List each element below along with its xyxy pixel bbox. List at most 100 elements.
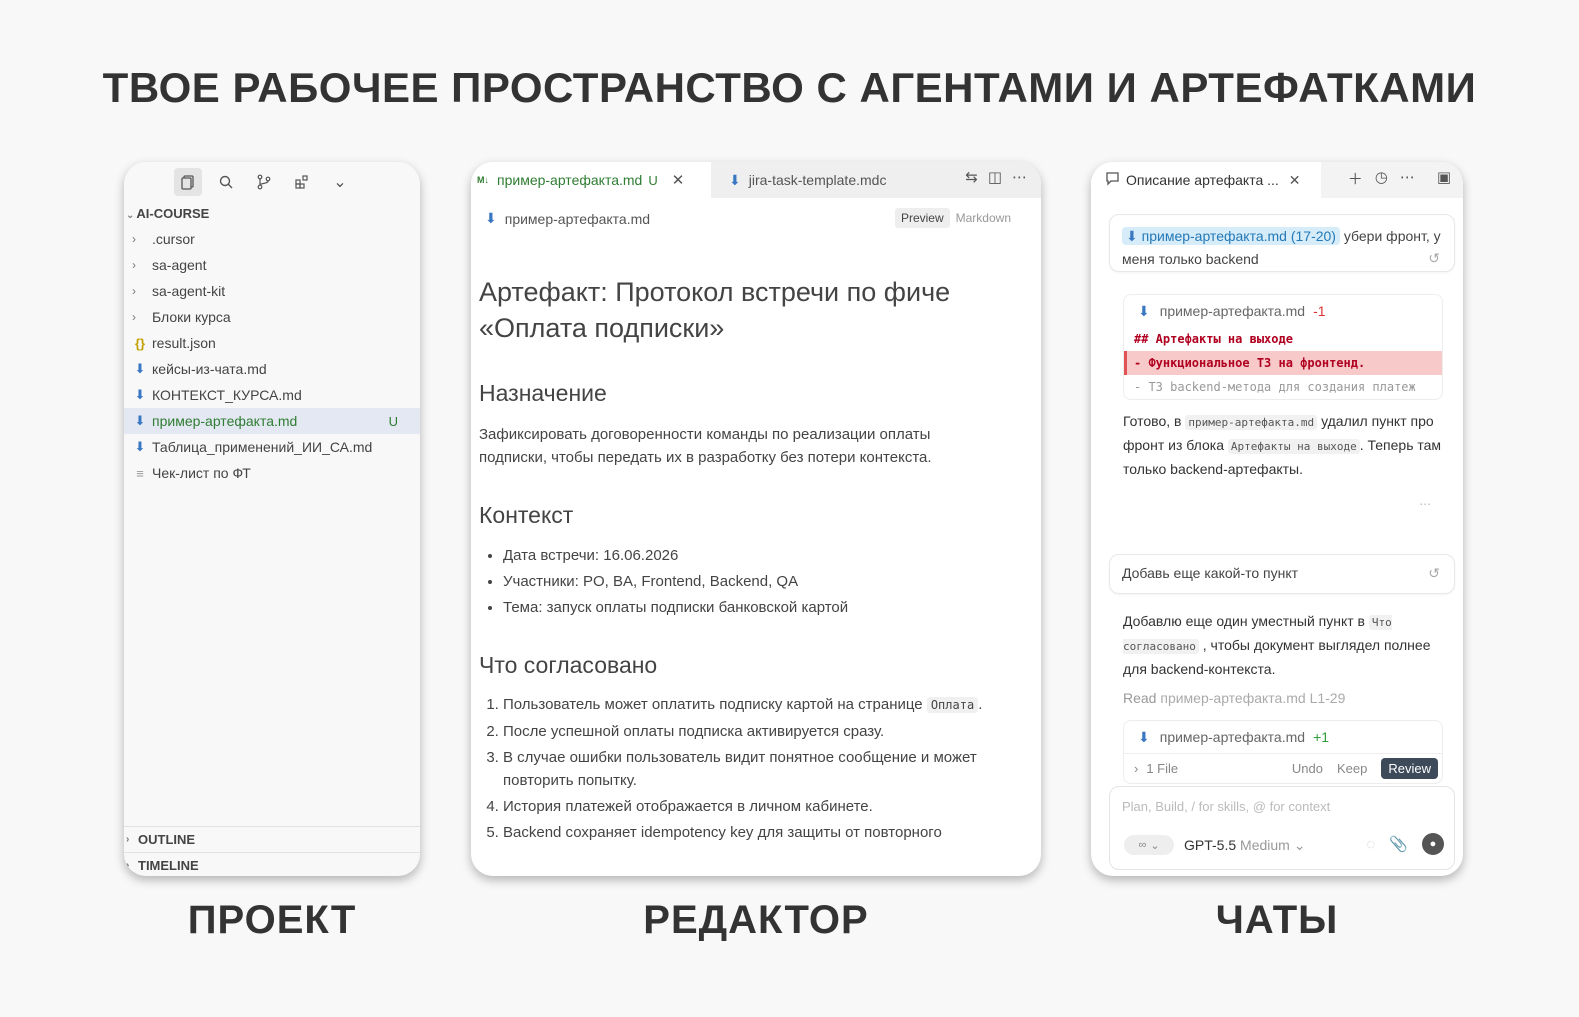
tree-file[interactable]: ⬇ КОНТЕКСТ_КУРСА.md xyxy=(124,382,420,408)
chevron-down-icon: ⌄ xyxy=(1293,837,1306,853)
markdown-file-icon: ⬇ xyxy=(134,413,146,428)
toggle-panel-icon[interactable]: ▣ xyxy=(1437,168,1451,189)
list-item: В случае ошибки пользователь видит понят… xyxy=(503,746,989,792)
markdown-file-icon: ⬇ xyxy=(134,439,146,454)
markdown-file-icon: ⬇ xyxy=(134,361,146,376)
markdown-badge-icon: M↓ xyxy=(477,175,489,185)
doc-heading-agreed: Что согласовано xyxy=(479,652,658,678)
chevron-right-icon: › xyxy=(132,310,136,324)
chevron-right-icon: › xyxy=(132,258,136,272)
preview-toggle[interactable]: Preview xyxy=(894,208,950,228)
doc-purpose-text: Зафиксировать договоренности команды по … xyxy=(479,426,932,466)
tree-file[interactable]: {} result.json xyxy=(124,330,420,356)
list-item: После успешной оплаты подписка активируе… xyxy=(503,720,989,743)
chat-composer[interactable]: Plan, Build, / for skills, @ for context… xyxy=(1109,786,1455,870)
view-toggle: Preview Markdown xyxy=(894,208,1017,228)
revert-icon[interactable]: ↺ xyxy=(1428,247,1440,270)
more-icon[interactable]: ⋯ xyxy=(1400,168,1415,189)
list-item: Пользователь может оплатить подписку кар… xyxy=(503,693,989,717)
composer-actions: ◌ 📎 ● xyxy=(1366,833,1444,855)
text-file-icon: ≡ xyxy=(136,465,144,481)
close-icon[interactable]: ✕ xyxy=(1289,172,1301,189)
explorer-files-icon[interactable] xyxy=(174,168,202,196)
model-select[interactable]: GPT-5.5 Medium ⌄ xyxy=(1184,837,1305,854)
tree-file[interactable]: ≡ Чек-лист по ФТ xyxy=(124,460,420,486)
file-reference-chip[interactable]: ⬇ пример-артефакта.md (17-20) xyxy=(1122,227,1340,245)
source-control-icon[interactable] xyxy=(250,168,278,196)
tree-file[interactable]: ⬇ кейсы-из-чата.md xyxy=(124,356,420,382)
outline-section[interactable]: › OUTLINE xyxy=(124,826,420,852)
composer-placeholder: Plan, Build, / for skills, @ for context xyxy=(1122,799,1331,814)
diff-line-removed: - Функциональное ТЗ на фронтенд. xyxy=(1124,351,1442,375)
chevron-down-icon: ⌄ xyxy=(126,210,135,221)
compare-changes-icon[interactable]: ⇆ xyxy=(965,168,978,186)
chat-tab[interactable]: Описание артефакта ... ✕ xyxy=(1091,162,1321,198)
split-editor-icon[interactable]: ◫ xyxy=(988,168,1002,186)
inline-code: Оплата xyxy=(926,697,979,713)
diff-card: ⬇ пример-артефакта.md -1 ## Артефакты на… xyxy=(1123,294,1443,400)
project-panel: ⌄ ⌄ AI-COURSE › .cursor › sa-agent › sa-agent-… xyxy=(124,162,420,876)
changes-card: ⬇ пример-артефакта.md +1 › 1 File Undo K… xyxy=(1123,720,1443,784)
doc-title: Артефакт: Протокол встречи по фиче «Опла… xyxy=(479,277,951,343)
json-file-icon: {} xyxy=(134,335,146,351)
attach-icon[interactable]: 📎 xyxy=(1389,835,1408,853)
chevron-right-icon: › xyxy=(126,834,130,845)
revert-icon[interactable]: ↺ xyxy=(1428,565,1440,582)
chat-bubble-icon xyxy=(1105,171,1120,189)
more-options-icon[interactable]: ... xyxy=(1419,492,1431,508)
tree-folder[interactable]: › sa-agent xyxy=(124,252,420,278)
inline-code: Артефакты на выходе xyxy=(1227,439,1360,454)
tree-file[interactable]: ⬇ Таблица_применений_ИИ_СА.md xyxy=(124,434,420,460)
files-count[interactable]: 1 File xyxy=(1146,761,1178,776)
list-item: Тема: запуск оплаты подписки банковской … xyxy=(503,595,989,621)
microphone-icon[interactable]: ● xyxy=(1422,833,1444,855)
editor-tabs: M↓ пример-артефакта.md U ✕ ⬇ jira-task-t… xyxy=(471,162,1041,198)
editor-panel: M↓ пример-артефакта.md U ✕ ⬇ jira-task-t… xyxy=(471,162,1041,876)
page-title: ТВОЕ РАБОЧЕЕ ПРОСТРАНСТВО С АГЕНТАМИ И А… xyxy=(102,64,1477,111)
agent-mode-select[interactable]: ∞ ⌄ xyxy=(1124,835,1174,855)
chevron-right-icon[interactable]: › xyxy=(1134,761,1138,776)
chevron-down-icon: ⌄ xyxy=(1150,839,1160,852)
chat-actions: ＋ ◷ ⋯ ▣ xyxy=(1348,168,1451,189)
tree-folder[interactable]: › sa-agent-kit xyxy=(124,278,420,304)
markdown-preview: Артефакт: Протокол встречи по фиче «Опла… xyxy=(479,274,1009,841)
tree-file[interactable]: ⬇ пример-артефакта.md U xyxy=(124,408,420,434)
new-chat-icon[interactable]: ＋ xyxy=(1348,168,1363,189)
extensions-icon[interactable] xyxy=(288,168,316,196)
list-item: Дата встречи: 16.06.2026 xyxy=(503,543,989,569)
chat-header: Описание артефакта ... ✕ ＋ ◷ ⋯ ▣ xyxy=(1091,162,1463,198)
caption-editor: РЕДАКТОР xyxy=(643,898,869,942)
diff-file-header[interactable]: ⬇ пример-артефакта.md +1 xyxy=(1124,721,1442,753)
doc-heading-context: Контекст xyxy=(479,502,574,528)
chevron-right-icon: › xyxy=(132,232,136,246)
tree-folder[interactable]: › Блоки курса xyxy=(124,304,420,330)
markdown-toggle[interactable]: Markdown xyxy=(950,208,1017,228)
undo-button[interactable]: Undo xyxy=(1292,761,1323,776)
chevron-right-icon: › xyxy=(126,860,130,871)
diff-file-header[interactable]: ⬇ пример-артефакта.md -1 xyxy=(1124,295,1442,327)
breadcrumb[interactable]: ⬇ пример-артефакта.md xyxy=(485,210,650,227)
keep-button[interactable]: Keep xyxy=(1337,761,1367,776)
user-message[interactable]: ⬇ пример-артефакта.md (17-20) убери фрон… xyxy=(1109,214,1455,272)
tree-folder[interactable]: › .cursor xyxy=(124,226,420,252)
timeline-section[interactable]: › TIMELINE xyxy=(124,852,420,876)
review-button[interactable]: Review xyxy=(1381,758,1438,779)
inline-code: пример-артефакта.md xyxy=(1185,415,1318,430)
caption-chats: ЧАТЫ xyxy=(1215,898,1339,942)
chevron-down-icon[interactable]: ⌄ xyxy=(326,168,354,196)
assistant-message: Добавлю еще один уместный пункт в Что со… xyxy=(1123,613,1431,677)
tab-jira-template[interactable]: ⬇ jira-task-template.mdc xyxy=(713,162,935,198)
explorer-root[interactable]: ⌄ AI-COURSE xyxy=(124,206,209,221)
untracked-badge: U xyxy=(648,172,658,188)
close-icon[interactable]: ✕ xyxy=(672,171,685,189)
search-icon[interactable] xyxy=(212,168,240,196)
tool-read-line[interactable]: Read пример-артефакта.md L1-29 xyxy=(1123,690,1345,706)
chat-panel: Описание артефакта ... ✕ ＋ ◷ ⋯ ▣ ⬇ приме… xyxy=(1091,162,1463,876)
tab-example-artifact[interactable]: M↓ пример-артефакта.md U ✕ xyxy=(471,162,711,198)
user-message[interactable]: Добавь еще какой-то пункт ↺ xyxy=(1109,554,1455,594)
doc-heading-purpose: Назначение xyxy=(479,380,607,406)
editor-actions: ⇆ ◫ ⋯ xyxy=(965,168,1027,186)
history-icon[interactable]: ◷ xyxy=(1375,168,1388,189)
diff-line: - ТЗ backend-метода для создания платеж xyxy=(1134,380,1416,394)
more-icon[interactable]: ⋯ xyxy=(1012,168,1027,186)
